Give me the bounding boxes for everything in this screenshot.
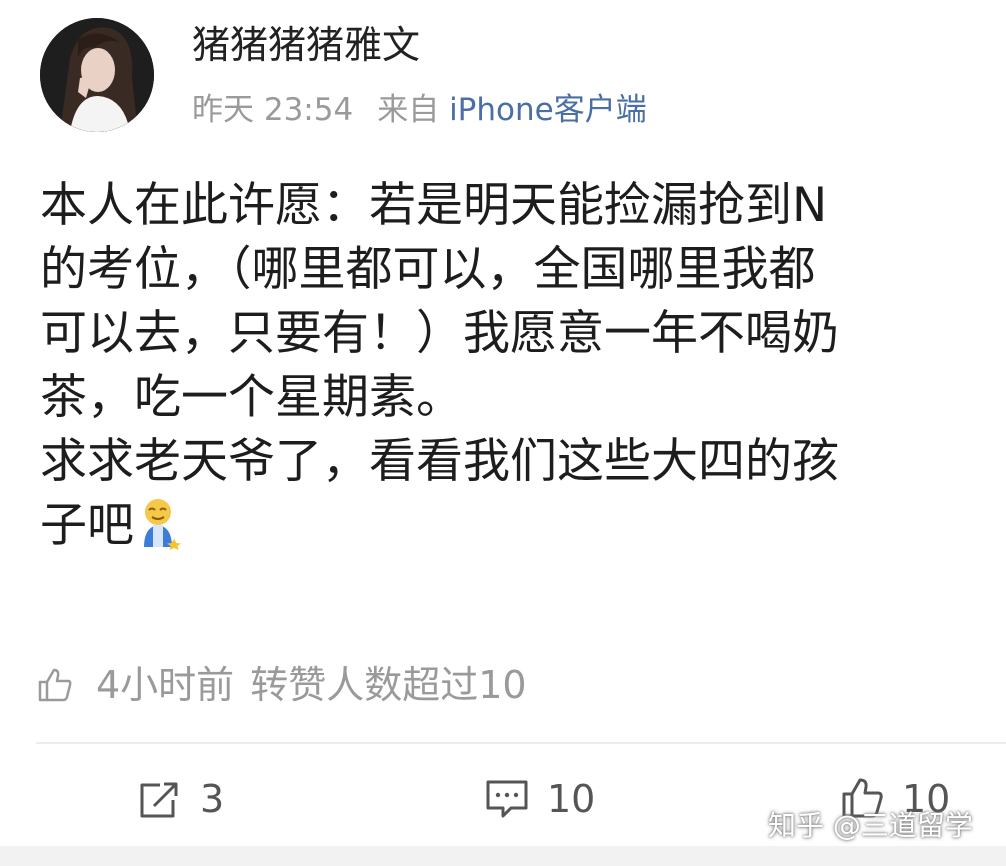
avatar-image: [40, 18, 154, 132]
repost-count: 3: [200, 777, 225, 821]
post-content: 本人在此许愿：若是明天能捡漏抢到N 的考位，（哪里都可以，全国哪里我都 可以去，…: [40, 174, 1006, 558]
thumbs-up-icon: [36, 661, 74, 702]
watermark: 知乎 @三道留学: [768, 809, 973, 842]
repost-icon: [140, 782, 178, 818]
content-line: 本人在此许愿：若是明天能捡漏抢到N: [40, 178, 828, 233]
divider: [36, 742, 1006, 744]
bottom-strip: [0, 846, 1006, 866]
content-line: 可以去，只要有！）我愿意一年不喝奶: [40, 306, 839, 361]
post-meta: 昨天 23:54 来自 iPhone客户端: [192, 88, 647, 132]
post-time: 昨天 23:54: [192, 92, 354, 128]
comment-icon: [486, 780, 528, 818]
content-last-line: 子吧: [40, 494, 1006, 558]
content-line: 求求老天爷了，看看我们这些大四的孩: [40, 434, 839, 489]
praying-emoji-icon: [138, 495, 184, 551]
source-app-link[interactable]: iPhone客户端: [449, 92, 647, 128]
comment-count: 10: [547, 777, 596, 821]
username[interactable]: 猪猪猪猪雅文: [192, 20, 420, 70]
like-info: 转赞人数超过10: [250, 663, 527, 707]
content-line: 的考位，（哪里都可以，全国哪里我都: [40, 242, 816, 297]
source-prefix: 来自: [377, 92, 440, 128]
avatar[interactable]: [40, 18, 154, 132]
content-line: 子吧: [40, 498, 134, 553]
like-time: 4小时前: [96, 663, 235, 707]
weibo-post: 猪猪猪猪雅文 昨天 23:54 来自 iPhone客户端 本人在此许愿：若是明天能…: [0, 0, 1006, 866]
content-line: 茶，吃一个星期素。: [40, 370, 463, 425]
repost-button[interactable]: 3: [138, 772, 224, 826]
comment-button[interactable]: 10: [485, 772, 595, 826]
like-summary-row: 4小时前 转赞人数超过10: [36, 655, 527, 715]
